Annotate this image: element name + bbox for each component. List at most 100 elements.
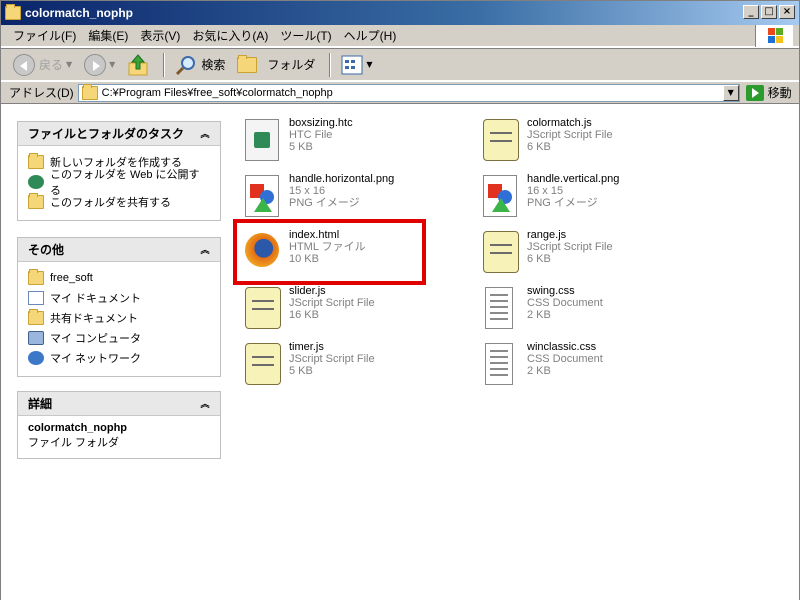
- details-panel: 詳細 ︽ colormatch_nophp ファイル フォルダ: [17, 391, 221, 459]
- panel-header[interactable]: 詳細 ︽: [18, 392, 220, 416]
- file-item[interactable]: colormatch.js JScript Script File 6 KB: [477, 117, 677, 169]
- panel-title: ファイルとフォルダのタスク: [28, 127, 185, 141]
- panel-body: free_soft マイ ドキュメント 共有ドキュメント マイ コンピュータ マ…: [18, 262, 220, 374]
- task-pane: ファイルとフォルダのタスク ︽ 新しいフォルダを作成する このフォルダを Web…: [1, 105, 231, 600]
- chevron-down-icon[interactable]: ▼: [366, 60, 372, 69]
- other-places-panel: その他 ︽ free_soft マイ ドキュメント 共有ドキュメント マイ コン…: [17, 237, 221, 377]
- file-name: range.js: [527, 229, 567, 241]
- menu-help[interactable]: ヘルプ(H): [338, 27, 403, 44]
- search-button[interactable]: 検索: [171, 52, 229, 78]
- menu-tools[interactable]: ツール(T): [274, 27, 337, 44]
- file-type: CSS Document: [527, 353, 603, 365]
- toolbar: 戻る ▼ ▼ 検索 フォルダ ▼: [1, 48, 799, 81]
- forward-button[interactable]: ▼: [80, 52, 119, 78]
- close-button[interactable]: ×: [779, 5, 795, 19]
- file-type: JScript Script File: [527, 129, 613, 141]
- my-documents-icon: [28, 291, 44, 305]
- menu-favorites[interactable]: お気に入り(A): [186, 27, 274, 44]
- address-value: C:¥Program Files¥free_soft¥colormatch_no…: [101, 86, 333, 99]
- file-size: 16 KB: [289, 309, 319, 321]
- file-item[interactable]: winclassic.css CSS Document 2 KB: [477, 341, 677, 393]
- maximize-button[interactable]: □: [761, 5, 777, 19]
- file-size: 6 KB: [527, 141, 551, 153]
- file-item[interactable]: timer.js JScript Script File 5 KB: [239, 341, 439, 393]
- panel-title: 詳細: [28, 397, 53, 411]
- address-dropdown-button[interactable]: ▼: [722, 84, 739, 101]
- go-label: 移動: [767, 86, 792, 100]
- chevron-down-icon[interactable]: ▼: [66, 60, 72, 69]
- file-folder-tasks-panel: ファイルとフォルダのタスク ︽ 新しいフォルダを作成する このフォルダを Web…: [17, 121, 221, 221]
- file-item[interactable]: boxsizing.htc HTC File 5 KB: [239, 117, 439, 169]
- file-size: 2 KB: [527, 365, 551, 377]
- file-type: JScript Script File: [527, 241, 613, 253]
- task-label: このフォルダを共有する: [50, 197, 171, 209]
- file-size: 2 KB: [527, 309, 551, 321]
- script-file-icon: [477, 229, 521, 277]
- my-network-icon: [28, 351, 44, 365]
- file-size: PNG イメージ: [527, 197, 598, 209]
- file-item[interactable]: swing.css CSS Document 2 KB: [477, 285, 677, 337]
- collapse-chevron-icon[interactable]: ︽: [198, 127, 212, 141]
- panel-header[interactable]: ファイルとフォルダのタスク ︽: [18, 122, 220, 146]
- detail-name: colormatch_nophp: [28, 422, 128, 434]
- file-name: colormatch.js: [527, 117, 592, 129]
- red-highlight-box: [233, 219, 426, 285]
- search-icon: [176, 55, 196, 75]
- back-button[interactable]: 戻る ▼: [9, 52, 76, 78]
- task-publish-web[interactable]: このフォルダを Web に公開する: [28, 169, 210, 197]
- title-bar[interactable]: colormatch_nophp _ □ ×: [1, 1, 799, 25]
- script-file-icon: [477, 117, 521, 165]
- windows-logo: [755, 25, 793, 47]
- place-shared-documents[interactable]: 共有ドキュメント: [28, 308, 210, 328]
- address-input[interactable]: C:¥Program Files¥free_soft¥colormatch_no…: [77, 83, 740, 102]
- publish-web-icon: [28, 175, 44, 189]
- go-arrow-icon: [745, 84, 764, 101]
- file-size: PNG イメージ: [289, 197, 360, 209]
- place-my-network[interactable]: マイ ネットワーク: [28, 348, 210, 368]
- file-item[interactable]: range.js JScript Script File 6 KB: [477, 229, 677, 281]
- detail-type: ファイル フォルダ: [28, 437, 120, 449]
- toolbar-separator: [163, 52, 166, 77]
- menu-edit[interactable]: 編集(E): [82, 27, 134, 44]
- panel-title: その他: [28, 243, 65, 257]
- folder-icon: [5, 4, 21, 20]
- place-label: 共有ドキュメント: [50, 313, 138, 325]
- file-item[interactable]: handle.vertical.png 16 x 15 PNG イメージ: [477, 173, 677, 225]
- views-icon: [341, 55, 363, 74]
- up-folder-icon: [128, 53, 148, 75]
- menu-view[interactable]: 表示(V): [134, 27, 186, 44]
- address-bar: アドレス(D) C:¥Program Files¥free_soft¥color…: [1, 82, 799, 104]
- htc-file-icon: [239, 117, 283, 165]
- place-label: マイ ドキュメント: [50, 293, 142, 305]
- place-label: マイ ネットワーク: [50, 353, 142, 365]
- file-item[interactable]: handle.horizontal.png 15 x 16 PNG イメージ: [239, 173, 439, 225]
- file-type: HTC File: [289, 129, 333, 141]
- panel-header[interactable]: その他 ︽: [18, 238, 220, 262]
- up-folder-button[interactable]: [123, 52, 153, 78]
- file-type: JScript Script File: [289, 297, 375, 309]
- file-type: CSS Document: [527, 297, 603, 309]
- css-document-icon: [477, 341, 521, 389]
- collapse-chevron-icon[interactable]: ︽: [198, 397, 212, 411]
- file-type: 16 x 15: [527, 185, 564, 197]
- place-label: マイ コンピュータ: [50, 333, 142, 345]
- file-size: 6 KB: [527, 253, 551, 265]
- menu-file[interactable]: ファイル(F): [7, 27, 82, 44]
- place-label: free_soft: [50, 272, 93, 284]
- collapse-chevron-icon[interactable]: ︽: [198, 243, 212, 257]
- folders-label: フォルダ: [267, 58, 316, 72]
- file-type: JScript Script File: [289, 353, 375, 365]
- folders-icon: [237, 54, 258, 73]
- place-my-documents[interactable]: マイ ドキュメント: [28, 288, 210, 308]
- views-button[interactable]: ▼: [337, 52, 376, 78]
- minimize-button[interactable]: _: [743, 5, 759, 19]
- file-item[interactable]: slider.js JScript Script File 16 KB: [239, 285, 439, 337]
- script-file-icon: [239, 341, 283, 389]
- go-button[interactable]: 移動: [745, 84, 792, 101]
- explorer-window: colormatch_nophp _ □ × ファイル(F) 編集(E) 表示(…: [0, 0, 800, 600]
- chevron-down-icon[interactable]: ▼: [109, 60, 115, 69]
- folders-button[interactable]: フォルダ: [233, 52, 319, 78]
- panel-body: colormatch_nophp ファイル フォルダ: [18, 416, 220, 456]
- place-free-soft[interactable]: free_soft: [28, 268, 210, 288]
- place-my-computer[interactable]: マイ コンピュータ: [28, 328, 210, 348]
